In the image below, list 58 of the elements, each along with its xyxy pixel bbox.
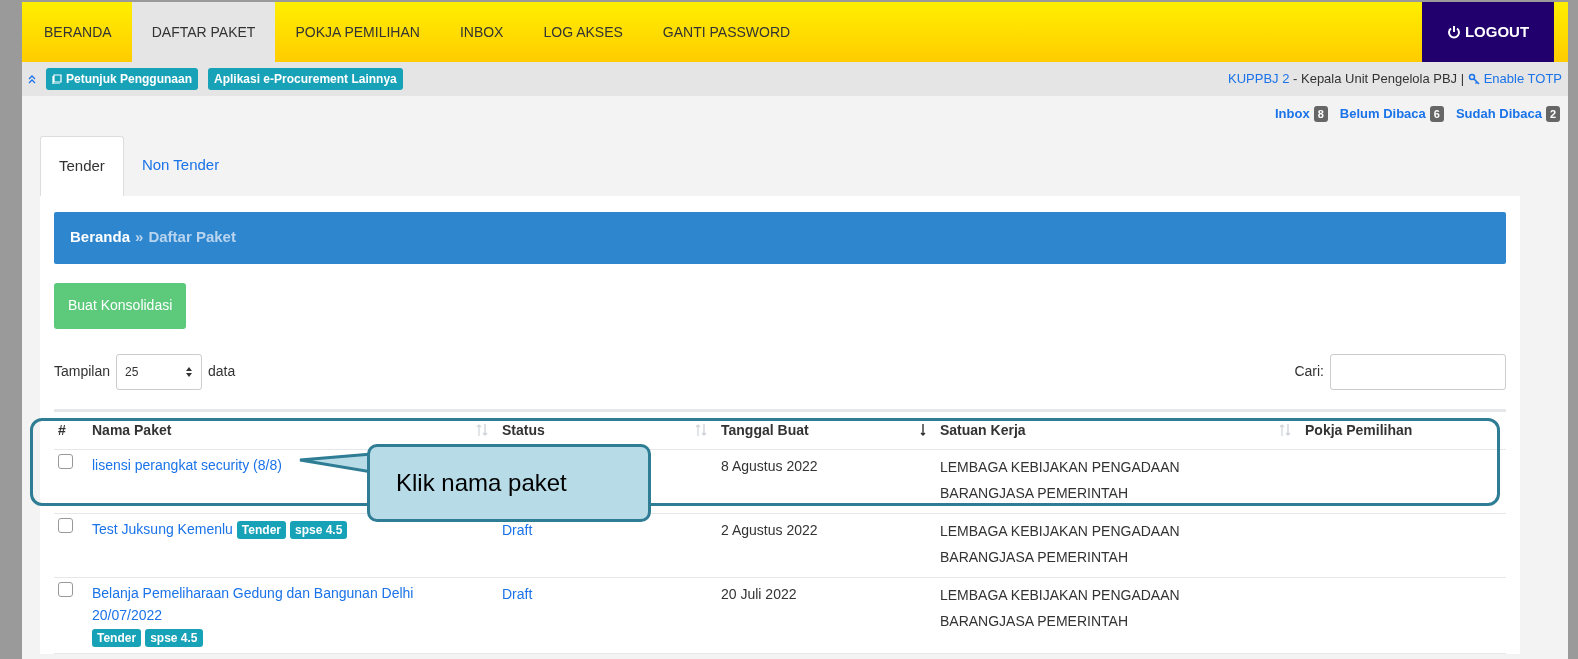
chevron-up-icon[interactable] [28, 74, 36, 84]
length-label: data [208, 362, 236, 381]
tag: Tender [92, 628, 142, 647]
package-link[interactable]: Test Juksung Kemenlu [92, 517, 233, 540]
key-icon [1467, 73, 1480, 85]
logout-button[interactable]: LOGOUT [1422, 2, 1554, 62]
nav-tab[interactable]: BERANDA [24, 2, 132, 62]
user-link[interactable]: KUPPBJ 2 [1228, 69, 1290, 89]
status-link[interactable]: Draft [502, 585, 533, 602]
column-header: Nama Paket [92, 420, 172, 440]
callout: Klik nama paket [367, 443, 651, 522]
user-role: - Kepala Unit Pengelola PBJ | [1292, 70, 1466, 89]
nav-tab[interactable]: DAFTAR PAKET [131, 2, 276, 62]
tag: spse 4.5 [290, 520, 348, 539]
power-icon [1446, 25, 1461, 39]
nav-tab[interactable]: GANTI PASSWORD [642, 2, 811, 62]
count-badge: 8 [1313, 105, 1328, 122]
message-link[interactable]: Inbox 8 [1275, 104, 1328, 124]
length-select[interactable]: 25 [116, 353, 203, 390]
row-checkbox[interactable] [58, 581, 73, 597]
nav-tab[interactable]: LOG AKSES [523, 2, 643, 62]
tag: Tender [236, 520, 286, 539]
count-badge: 2 [1545, 105, 1560, 122]
column-header: Satuan Kerja [940, 420, 1026, 440]
column-header: # [58, 420, 66, 440]
totp-link[interactable]: Enable TOTP [1467, 69, 1562, 89]
count-badge: 6 [1429, 105, 1444, 122]
book-icon [52, 74, 62, 84]
tab[interactable]: Tender [40, 135, 124, 196]
column-header: Pokja Pemilihan [1305, 420, 1413, 440]
package-link[interactable]: Belanja Pemeliharaan Gedung dan Bangunan Delhi 20/07/2022 [92, 581, 484, 626]
unit-text: LEMBAGA KEBIJAKAN PENGADAAN BARANGJASA PEMERINTAH [940, 457, 1181, 503]
search-label: Cari: [1294, 362, 1324, 381]
status-link[interactable]: Draft [502, 521, 533, 538]
column-header: Status [502, 420, 545, 440]
search-field[interactable] [1330, 353, 1506, 390]
nav-tab[interactable]: POKJA PEMILIHAN [275, 2, 440, 62]
link-button[interactable]: Petunjuk Penggunaan [46, 68, 198, 90]
tag: spse 4.5 [145, 628, 203, 647]
row-checkbox[interactable] [58, 453, 73, 469]
link-button[interactable]: Aplikasi e-Procurement Lainnya [208, 68, 403, 90]
tab[interactable]: Non Tender [123, 135, 238, 196]
breadcrumb-link[interactable]: Beranda [70, 226, 131, 249]
date-text: 8 Agustus 2022 [721, 457, 818, 474]
unit-text: LEMBAGA KEBIJAKAN PENGADAAN BARANGJASA PEMERINTAH [940, 585, 1181, 631]
message-link[interactable]: Sudah Dibaca 2 [1455, 104, 1560, 124]
date-text: 20 Juli 2022 [721, 585, 797, 602]
package-link[interactable]: lisensi perangkat security (8/8) [92, 453, 282, 476]
breadcrumb-current: Daftar Paket [148, 227, 236, 248]
length-label: Tampilan [54, 362, 111, 381]
date-text: 2 Agustus 2022 [721, 521, 818, 538]
row-checkbox[interactable] [58, 517, 73, 533]
message-link[interactable]: Belum Dibaca 6 [1339, 104, 1444, 124]
unit-text: LEMBAGA KEBIJAKAN PENGADAAN BARANGJASA PEMERINTAH [940, 521, 1181, 567]
select-arrows-icon [185, 365, 194, 378]
column-header: Tanggal Buat [721, 420, 809, 440]
breadcrumb-separator: » [135, 227, 144, 248]
nav-tab[interactable]: INBOX [439, 2, 524, 62]
